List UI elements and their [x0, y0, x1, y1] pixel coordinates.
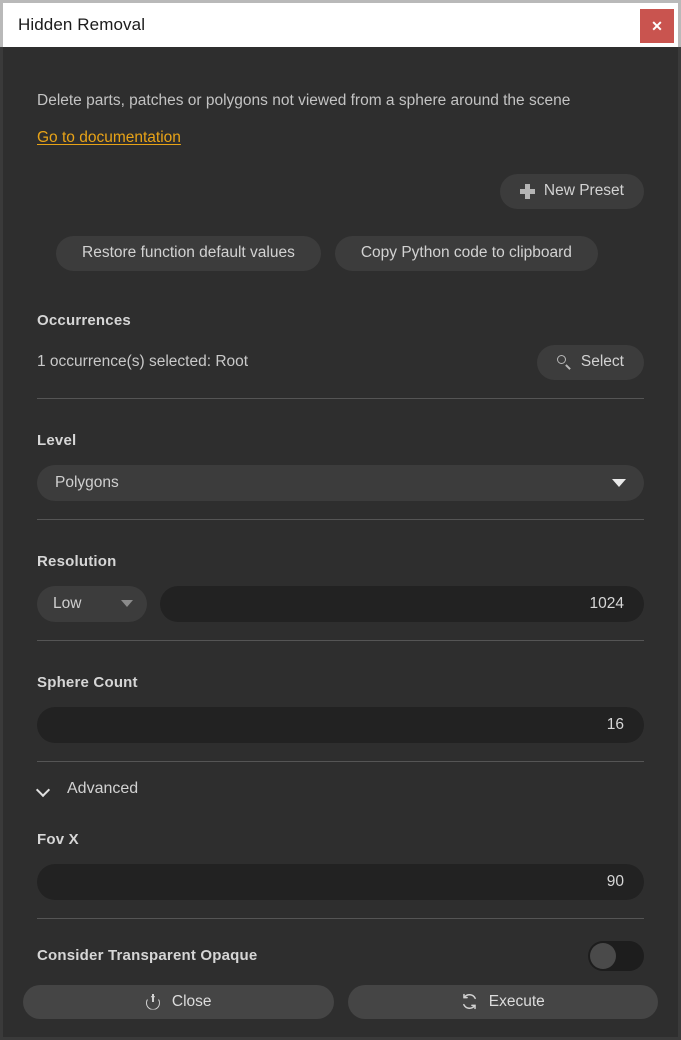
advanced-section-toggle[interactable]: Advanced	[37, 780, 644, 798]
level-row: Polygons	[37, 465, 644, 501]
select-label: Select	[581, 353, 624, 371]
divider	[37, 519, 644, 520]
new-preset-button[interactable]: New Preset	[500, 174, 644, 209]
execute-button[interactable]: Execute	[348, 985, 659, 1019]
close-button[interactable]: Close	[23, 985, 334, 1019]
resolution-preset-dropdown[interactable]: Low	[37, 586, 147, 622]
new-preset-label: New Preset	[544, 182, 624, 200]
level-value: Polygons	[55, 474, 612, 492]
footer-actions: Close Execute	[3, 971, 678, 1037]
search-icon	[557, 355, 572, 370]
occurrences-row: 1 occurrence(s) selected: Root Select	[37, 345, 644, 380]
preset-row: New Preset	[37, 174, 644, 209]
divider	[37, 918, 644, 919]
divider	[37, 761, 644, 762]
close-button-label: Close	[172, 993, 212, 1011]
level-title: Level	[37, 432, 644, 449]
advanced-label: Advanced	[67, 780, 138, 798]
description-text: Delete parts, patches or polygons not vi…	[37, 89, 597, 113]
sphere-count-title: Sphere Count	[37, 674, 644, 691]
consider-transparent-opaque-row: Consider Transparent Opaque	[37, 941, 644, 971]
consider-transparent-opaque-label: Consider Transparent Opaque	[37, 947, 588, 964]
hidden-removal-dialog: Hidden Removal ✕ Delete parts, patches o…	[0, 0, 681, 983]
level-dropdown[interactable]: Polygons	[37, 465, 644, 501]
documentation-link[interactable]: Go to documentation	[37, 129, 181, 147]
copy-python-button[interactable]: Copy Python code to clipboard	[335, 236, 598, 271]
plus-icon	[520, 184, 535, 199]
execute-button-label: Execute	[489, 993, 545, 1011]
select-occurrences-button[interactable]: Select	[537, 345, 644, 380]
close-icon[interactable]: ✕	[640, 9, 674, 43]
resolution-preset-value: Low	[53, 595, 121, 613]
restore-defaults-button[interactable]: Restore function default values	[56, 236, 321, 271]
resolution-value-input[interactable]: 1024	[160, 586, 644, 622]
chevron-down-icon	[612, 479, 626, 487]
consider-transparent-opaque-toggle[interactable]	[588, 941, 644, 971]
divider	[37, 640, 644, 641]
chevron-down-icon	[37, 782, 51, 796]
dialog-body: Delete parts, patches or polygons not vi…	[0, 47, 681, 1040]
resolution-title: Resolution	[37, 553, 644, 570]
divider	[37, 398, 644, 399]
power-icon	[145, 994, 161, 1010]
occurrences-value: 1 occurrence(s) selected: Root	[37, 353, 524, 371]
dialog-content: Delete parts, patches or polygons not vi…	[3, 47, 678, 971]
toggle-knob	[590, 943, 616, 969]
sphere-count-row: 16	[37, 707, 644, 743]
sphere-count-input[interactable]: 16	[37, 707, 644, 743]
function-actions-row: Restore function default values Copy Pyt…	[37, 236, 644, 271]
fov-x-title: Fov X	[37, 831, 644, 848]
fov-x-row: 90	[37, 864, 644, 900]
chevron-down-icon	[121, 600, 133, 607]
title-bar: Hidden Removal ✕	[0, 0, 681, 47]
occurrences-title: Occurrences	[37, 312, 644, 329]
fov-x-input[interactable]: 90	[37, 864, 644, 900]
resolution-row: Low 1024	[37, 586, 644, 622]
refresh-icon	[461, 993, 478, 1010]
window-title: Hidden Removal	[18, 15, 145, 35]
